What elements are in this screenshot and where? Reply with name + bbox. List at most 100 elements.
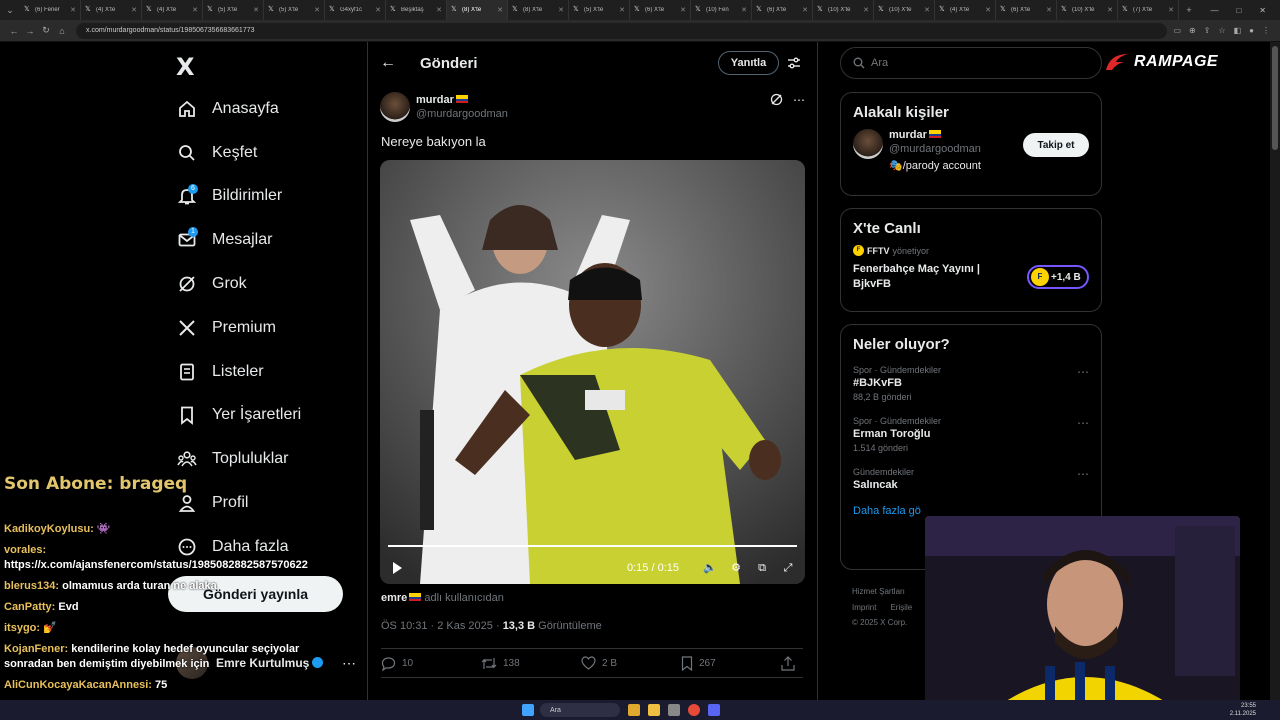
browser-tab[interactable]: 𝕏 (8) X'te ✕ — [508, 0, 569, 20]
video-progress-bar[interactable] — [388, 545, 797, 547]
grok-icon[interactable] — [770, 93, 783, 106]
minimize-icon[interactable]: — — [1210, 6, 1218, 15]
taskbar-search[interactable]: Ara — [540, 703, 620, 717]
back-arrow-icon[interactable]: ← — [380, 54, 396, 72]
browser-tab[interactable]: 𝕏 (10) X'te ✕ — [813, 0, 874, 20]
nav-item-profile[interactable]: Profil — [176, 481, 301, 525]
tab-close-icon[interactable]: ✕ — [497, 6, 503, 14]
tab-close-icon[interactable]: ✕ — [436, 6, 442, 14]
tab-close-icon[interactable]: ✕ — [1046, 6, 1052, 14]
nav-item-home[interactable]: Anasayfa — [176, 87, 301, 131]
related-person[interactable]: murdar @murdargoodman 🎭/parody account T… — [841, 129, 1101, 172]
tab-close-icon[interactable]: ✕ — [741, 6, 747, 14]
reload-icon[interactable]: ↻ — [38, 25, 54, 36]
sliders-icon[interactable] — [787, 56, 801, 70]
live-listeners-pill[interactable]: F +1,4 B — [1027, 265, 1089, 289]
author-avatar[interactable] — [380, 92, 410, 122]
nav-item-mail[interactable]: 1 Mesajlar — [176, 218, 301, 262]
fullscreen-icon[interactable]: ⤢ — [781, 561, 795, 575]
browser-tab[interactable]: 𝕏 G4xyf1c ✕ — [325, 0, 386, 20]
browser-tab[interactable]: 𝕏 (4) X'te ✕ — [142, 0, 203, 20]
nav-item-bell[interactable]: 6 Bildirimler — [176, 175, 301, 219]
forward-nav-icon[interactable]: → — [22, 26, 38, 36]
bookmark-action[interactable]: 267 — [681, 655, 721, 671]
reply-button[interactable]: Yanıtla — [718, 51, 779, 75]
nav-item-grok[interactable]: Grok — [176, 262, 301, 306]
follow-button[interactable]: Takip et — [1023, 133, 1089, 157]
browser-tab[interactable]: 𝕏 (7) X'te ✕ — [1118, 0, 1179, 20]
browser-tab[interactable]: 𝕏 (10) Fen ✕ — [691, 0, 752, 20]
menu-icon[interactable]: ⋮ — [1262, 26, 1270, 35]
back-nav-icon[interactable]: ← — [6, 26, 22, 36]
tab-close-icon[interactable]: ✕ — [1107, 6, 1113, 14]
post-datetime[interactable]: ÖS 10:31 · 2 Kas 2025 · — [381, 620, 503, 632]
tab-close-icon[interactable]: ✕ — [558, 6, 564, 14]
trend-item[interactable]: Spor · Gündemdekiler #BJKvFB 88,2 B gönder… — [841, 365, 1101, 402]
nav-item-search[interactable]: Keşfet — [176, 131, 301, 175]
more-options-icon[interactable]: ⋯ — [793, 93, 805, 107]
footer-link[interactable]: Imprint — [852, 603, 876, 612]
tab-close-icon[interactable]: ✕ — [253, 6, 259, 14]
tab-close-icon[interactable]: ✕ — [619, 6, 625, 14]
explorer-icon[interactable] — [628, 704, 640, 716]
browser-tab[interactable]: 𝕏 (8) X'te ✕ — [447, 0, 508, 20]
more-options-icon[interactable]: ⋯ — [1077, 365, 1089, 379]
source-user[interactable]: emre — [381, 592, 407, 604]
nav-item-list[interactable]: Listeler — [176, 350, 301, 394]
tab-close-icon[interactable]: ✕ — [985, 6, 991, 14]
trend-item[interactable]: Spor · Gündemdekiler Erman Toroğlu 1.514 g… — [841, 416, 1101, 453]
tab-close-icon[interactable]: ✕ — [1168, 6, 1174, 14]
tab-close-icon[interactable]: ✕ — [863, 6, 869, 14]
author-name[interactable]: murdar — [416, 94, 508, 106]
browser-tab[interactable]: 𝕏 (5) X'te ✕ — [569, 0, 630, 20]
nav-item-bookmark[interactable]: Yer İşaretleri — [176, 394, 301, 438]
person-name[interactable]: murdar — [889, 129, 981, 141]
browser-tab[interactable]: 𝕏 (6) X'te ✕ — [752, 0, 813, 20]
x-logo[interactable]: X — [176, 53, 195, 81]
trend-item[interactable]: Gündemdekiler Salıncak ⋯ — [841, 467, 1101, 491]
tab-close-icon[interactable]: ✕ — [924, 6, 930, 14]
footer-link[interactable]: Erişile — [890, 603, 912, 612]
nav-item-communities[interactable]: Topluluklar — [176, 437, 301, 481]
home-nav-icon[interactable]: ⌂ — [54, 26, 70, 36]
tab-close-icon[interactable]: ✕ — [375, 6, 381, 14]
profile-icon[interactable]: ● — [1249, 26, 1254, 35]
windows-start-icon[interactable] — [522, 704, 534, 716]
tab-close-icon[interactable]: ✕ — [192, 6, 198, 14]
store-icon[interactable] — [668, 704, 680, 716]
play-icon[interactable] — [390, 561, 404, 575]
settings-icon[interactable]: ⚙ — [729, 561, 743, 575]
tab-close-icon[interactable]: ✕ — [802, 6, 808, 14]
more-options-icon[interactable]: ⋯ — [1077, 467, 1089, 481]
tab-close-icon[interactable]: ✕ — [70, 6, 76, 14]
avatar[interactable] — [853, 129, 883, 159]
tab-search-icon[interactable]: ⌄ — [0, 0, 20, 20]
scrollbar-thumb[interactable] — [1272, 46, 1278, 150]
share-action[interactable] — [781, 655, 801, 671]
chrome-icon[interactable] — [688, 704, 700, 716]
folder-icon[interactable] — [648, 704, 660, 716]
pip-icon[interactable]: ⧉ — [755, 561, 769, 575]
taskbar-clock[interactable]: 23:55 2.11.2025 — [1230, 702, 1256, 718]
reply-action[interactable]: 10 — [381, 656, 421, 671]
tab-close-icon[interactable]: ✕ — [131, 6, 137, 14]
tab-close-icon[interactable]: ✕ — [680, 6, 686, 14]
browser-tab[interactable]: 𝕏 (6) Fener ✕ — [20, 0, 81, 20]
volume-icon[interactable]: 🔈 — [703, 561, 717, 575]
new-tab-icon[interactable]: + — [1179, 0, 1199, 20]
nav-item-x-premium[interactable]: Premium — [176, 306, 301, 350]
zoom-icon[interactable]: ⊕ — [1189, 26, 1196, 35]
footer-link[interactable]: Hizmet Şartları — [852, 587, 905, 596]
like-action[interactable]: 2 B — [581, 656, 621, 670]
url-field[interactable]: x.com/murdargoodman/status/1985067356683… — [76, 22, 1168, 39]
search-input[interactable] — [871, 57, 1071, 69]
post-video[interactable]: 0:15 / 0:15 🔈 ⚙ ⧉ ⤢ — [380, 160, 805, 584]
live-space[interactable]: Fenerbahçe Maç Yayını | BjkvFB F +1,4 B — [853, 262, 1089, 292]
discord-icon[interactable] — [708, 704, 720, 716]
browser-tab[interactable]: 𝕏 (6) X'te ✕ — [996, 0, 1057, 20]
star-icon[interactable]: ☆ — [1218, 26, 1225, 35]
repost-action[interactable]: 138 — [481, 656, 521, 671]
browser-tab[interactable]: 𝕏 (5) X'te ✕ — [264, 0, 325, 20]
more-options-icon[interactable]: ⋯ — [1077, 416, 1089, 430]
cast-icon[interactable]: ▭ — [1173, 26, 1181, 35]
